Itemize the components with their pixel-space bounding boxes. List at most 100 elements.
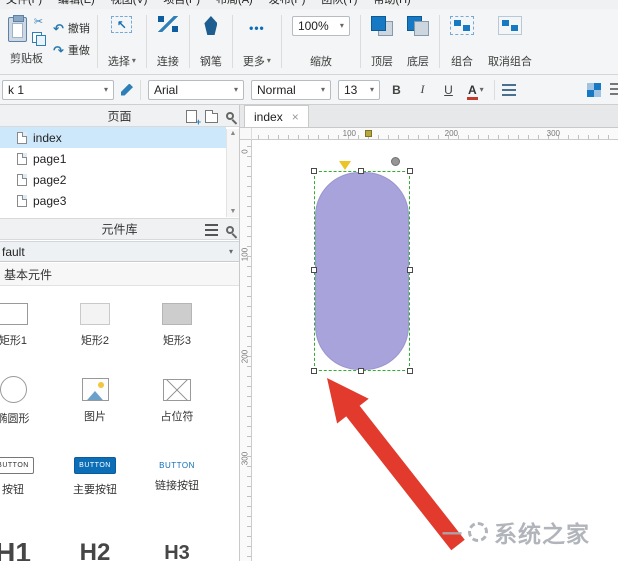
- link-button-preview: BUTTON: [159, 461, 195, 470]
- widget-link-button[interactable]: BUTTON 链接按钮: [136, 439, 218, 515]
- widget-h2[interactable]: H2: [54, 515, 136, 561]
- close-icon[interactable]: ×: [292, 111, 299, 123]
- ungroup-button[interactable]: 取消组合: [481, 9, 539, 74]
- zoom-select[interactable]: 100% ▾: [291, 16, 350, 36]
- resize-handle-ne[interactable]: [407, 168, 413, 174]
- library-section-header[interactable]: 基本元件: [0, 263, 239, 286]
- ruler-number: 100: [342, 129, 356, 138]
- library-menu-icon[interactable]: [205, 224, 218, 236]
- undo-button[interactable]: ↶ 撤销: [53, 20, 90, 36]
- menu-item-project[interactable]: 项目(P): [163, 0, 200, 9]
- connect-button[interactable]: 连接: [150, 9, 186, 74]
- toolbar-separator: [231, 15, 233, 68]
- bold-button[interactable]: B: [387, 80, 406, 100]
- widget-h3[interactable]: H3: [136, 515, 218, 561]
- ruler-number: 0: [240, 149, 250, 154]
- widget-ellipse[interactable]: 椭圆形: [0, 363, 54, 439]
- ruler-number: 200: [444, 129, 458, 138]
- add-folder-icon[interactable]: [205, 109, 218, 123]
- menu-item-arrange[interactable]: 布局(A): [216, 0, 253, 9]
- text-color-icon: A: [467, 82, 478, 100]
- more-button[interactable]: ••• 更多 ▾: [236, 9, 278, 74]
- library-panel-title: 元件库: [101, 222, 138, 237]
- resize-handle-s[interactable]: [358, 368, 364, 374]
- chevron-down-icon: ▾: [233, 84, 238, 94]
- library-select-value: fault: [2, 244, 25, 259]
- page-label: page2: [33, 172, 67, 187]
- widget-placeholder[interactable]: 占位符: [136, 363, 218, 439]
- widget-button[interactable]: BUTTON 按钮: [0, 439, 54, 515]
- search-widgets-icon[interactable]: [226, 226, 234, 234]
- bullet-list-icon[interactable]: [501, 83, 516, 96]
- pages-scrollbar[interactable]: ▲ ▼: [226, 129, 239, 217]
- scroll-up-icon[interactable]: ▲: [227, 129, 239, 139]
- chevron-down-icon: ▾: [103, 84, 108, 94]
- redo-icon: ↷: [53, 42, 64, 58]
- library-select[interactable]: fault ▾: [0, 241, 239, 262]
- red-annotation-arrow: [327, 378, 465, 551]
- group-button[interactable]: 组合: [443, 9, 481, 74]
- copy-icon[interactable]: [32, 32, 46, 46]
- search-pages-icon[interactable]: [226, 112, 234, 120]
- page-item-page3[interactable]: page3: [0, 190, 226, 211]
- menu-item-view[interactable]: 视图(V): [111, 0, 148, 9]
- widget-rect3[interactable]: 矩形3: [136, 287, 218, 363]
- text-color-button[interactable]: A ▾: [465, 80, 487, 100]
- page-icon: [17, 194, 27, 207]
- tab-index[interactable]: index ×: [244, 105, 309, 127]
- menu-item-file[interactable]: 文件(F): [6, 0, 42, 9]
- widget-grid: 矩形1 矩形2 矩形3 椭圆形 图片 占位符: [0, 287, 218, 561]
- font-family-select[interactable]: Arial ▾: [148, 79, 244, 100]
- library-section-label: 基本元件: [4, 267, 53, 282]
- resize-handle-se[interactable]: [407, 368, 413, 374]
- edit-style-icon[interactable]: [121, 83, 133, 96]
- align-lines-icon[interactable]: [610, 82, 618, 95]
- menu-item-edit[interactable]: 编辑(E): [58, 0, 95, 9]
- menu-item-help[interactable]: 帮助(H): [373, 0, 410, 9]
- font-style-select[interactable]: Normal ▾: [251, 79, 331, 100]
- underline-button[interactable]: U: [439, 80, 458, 100]
- cut-icon[interactable]: ✂: [34, 17, 43, 28]
- page-item-page1[interactable]: page1: [0, 148, 226, 169]
- resize-handle-w[interactable]: [311, 267, 317, 273]
- chevron-down-icon: ▾: [131, 56, 136, 65]
- fill-grid-icon[interactable]: [587, 82, 601, 97]
- widget-h1[interactable]: H1: [0, 515, 54, 561]
- widget-image[interactable]: 图片: [54, 363, 136, 439]
- design-canvas[interactable]: 一 系统之家: [252, 140, 618, 561]
- redo-button[interactable]: ↷ 重做: [53, 42, 90, 58]
- widget-style-select[interactable]: k 1 ▾: [2, 79, 114, 100]
- resize-handle-sw[interactable]: [311, 368, 317, 374]
- watermark-dash: 一: [442, 523, 462, 546]
- widget-rect1[interactable]: 矩形1: [0, 287, 54, 363]
- font-size-value: 13: [344, 82, 358, 97]
- add-page-icon[interactable]: [186, 109, 201, 127]
- chevron-down-icon: ▾: [339, 21, 344, 30]
- resize-handle-nw[interactable]: [311, 168, 317, 174]
- resize-handle-n[interactable]: [358, 168, 364, 174]
- widget-primary-button[interactable]: BUTTON 主要按钮: [54, 439, 136, 515]
- format-right-icons: [587, 82, 618, 97]
- menu-item-team[interactable]: 团队(T): [321, 0, 357, 9]
- scroll-down-icon[interactable]: ▼: [227, 207, 239, 217]
- redo-label: 重做: [67, 45, 90, 57]
- more-label: 更多: [242, 56, 265, 68]
- page-item-page2[interactable]: page2: [0, 169, 226, 190]
- send-to-back-button[interactable]: 底层: [400, 9, 436, 74]
- pen-button[interactable]: 钢笔: [193, 9, 229, 74]
- widget-rect2[interactable]: 矩形2: [54, 287, 136, 363]
- select-mode-button[interactable]: ↖ 选择 ▾: [101, 9, 143, 74]
- tab-label: index: [254, 109, 283, 124]
- bring-to-front-button[interactable]: 顶层: [364, 9, 400, 74]
- paste-icon[interactable]: [8, 15, 27, 42]
- page-item-index[interactable]: index: [0, 127, 226, 148]
- pen-label: 钢笔: [199, 56, 222, 68]
- italic-button[interactable]: I: [413, 80, 432, 100]
- font-family-value: Arial: [154, 82, 179, 97]
- resize-handle-e[interactable]: [407, 267, 413, 273]
- font-size-select[interactable]: 13 ▾: [338, 79, 380, 100]
- widget-label: 链接按钮: [155, 480, 199, 492]
- h2-preview: H2: [79, 539, 111, 561]
- menu-item-publish[interactable]: 发布(P): [269, 0, 306, 9]
- page-label: page3: [33, 193, 67, 208]
